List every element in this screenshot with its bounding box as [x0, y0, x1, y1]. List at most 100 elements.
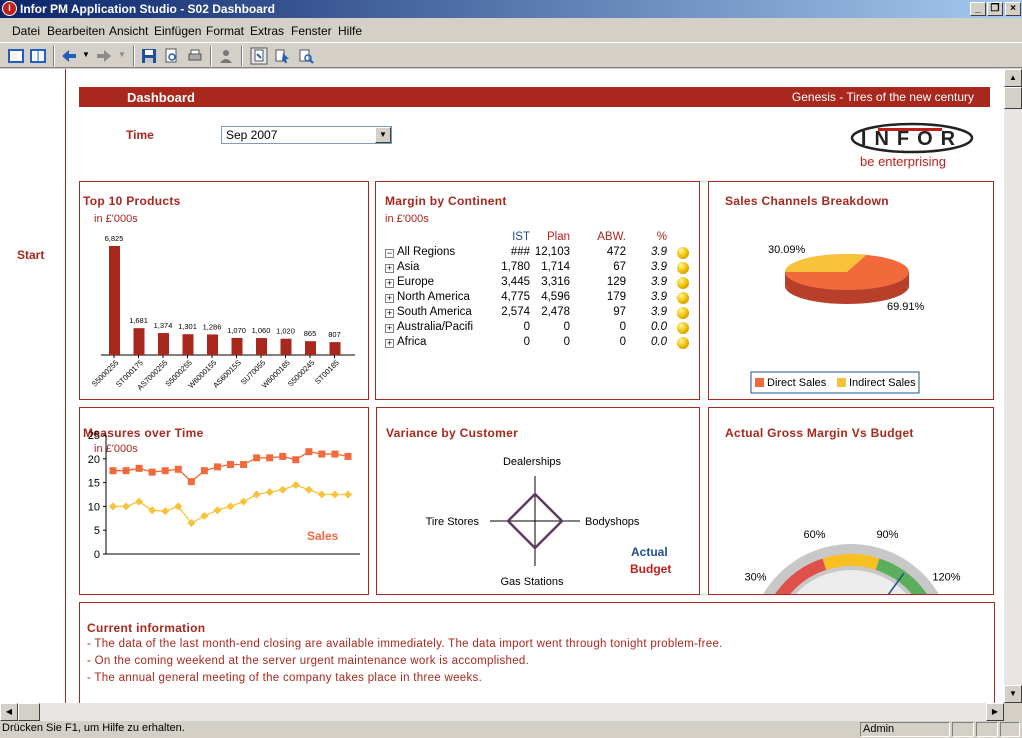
info-line: - The data of the last month-end closing…	[87, 638, 723, 650]
print-preview-icon[interactable]	[162, 47, 180, 65]
margin-row[interactable]: + Europe 3,445 3,316 129 3.9	[385, 276, 695, 291]
margin-header-row: IST Plan ABW. %	[385, 231, 695, 246]
series-point	[266, 454, 274, 462]
margin-subtitle: in £'000s	[385, 213, 429, 225]
pct-value: 0.0	[651, 336, 667, 348]
ist-value: 0	[523, 321, 530, 333]
series-point	[330, 490, 339, 499]
window-single-icon[interactable]	[7, 47, 25, 65]
series-point	[278, 485, 287, 494]
abw-value: 67	[613, 261, 626, 273]
series-point	[252, 490, 261, 499]
data-query-icon[interactable]	[297, 47, 315, 65]
forward-arrow-icon[interactable]	[95, 47, 113, 65]
menu-einfuegen[interactable]: Einfügen	[154, 24, 201, 38]
scroll-right-icon[interactable]: ▶	[986, 703, 1004, 721]
margin-row[interactable]: + Asia 1,780 1,714 67 3.9	[385, 261, 695, 276]
scroll-up-icon[interactable]: ▲	[1004, 69, 1022, 87]
series-label-sales: Sales	[307, 529, 339, 543]
toolbar-separator	[241, 46, 243, 66]
plan-value: 0	[563, 336, 570, 348]
margin-row[interactable]: + South America 2,574 2,478 97 3.9	[385, 306, 695, 321]
design-mode-icon[interactable]	[250, 47, 268, 65]
vertical-scrollbar[interactable]: ▲ ▼	[1004, 69, 1022, 703]
margin-row[interactable]: + Africa 0 0 0 0.0	[385, 336, 695, 351]
abw-value: 97	[613, 306, 626, 318]
status-pane	[952, 722, 974, 737]
dashboard-canvas: Start Dashboard Genesis - Tires of the n…	[0, 69, 1004, 703]
menu-datei[interactable]: Datei	[12, 24, 40, 38]
top-products-chart: 6,825S50002551,681ST0001751,374AS7000255…	[90, 234, 355, 392]
menu-extras[interactable]: Extras	[250, 24, 284, 38]
expand-icon[interactable]: +	[385, 294, 394, 303]
pie-label-indirect: 30.09%	[768, 244, 806, 256]
info-title: Current information	[87, 621, 206, 635]
plan-value: 3,316	[541, 276, 570, 288]
status-ball-icon	[677, 292, 689, 304]
start-link[interactable]: Start	[17, 248, 44, 262]
bar-value-label: 6,825	[105, 234, 124, 243]
series-point	[109, 502, 117, 511]
minimize-button[interactable]: _	[970, 2, 986, 16]
margin-table: IST Plan ABW. % − All Regions ### 12,103 472…	[385, 231, 695, 361]
scroll-left-icon[interactable]: ◀	[0, 703, 18, 721]
scroll-down-icon[interactable]: ▼	[1004, 685, 1022, 703]
expand-icon[interactable]: +	[385, 279, 394, 288]
bar	[182, 334, 194, 355]
expand-icon[interactable]: +	[385, 264, 394, 273]
expand-icon[interactable]: +	[385, 324, 394, 333]
radar-axis-dealerships: Dealerships	[503, 456, 562, 468]
close-button[interactable]: ×	[1005, 2, 1021, 16]
time-select[interactable]: Sep 2007 ▼	[221, 126, 392, 144]
y-tick-label: 20	[88, 454, 100, 466]
forward-dropdown-icon[interactable]: ▼	[118, 50, 126, 59]
back-dropdown-icon[interactable]: ▼	[82, 50, 90, 59]
margin-row[interactable]: + North America 4,775 4,596 179 3.9	[385, 291, 695, 306]
series-point	[161, 507, 170, 516]
toolbar: ▼ ▼	[0, 42, 1022, 68]
bar-value-label: 1,070	[227, 326, 246, 335]
plan-value: 2,478	[541, 306, 570, 318]
y-tick-label: 15	[88, 478, 100, 490]
horizontal-scrollbar[interactable]: ◀ ▶	[0, 703, 1004, 721]
ist-value: 1,780	[501, 261, 530, 273]
menu-fenster[interactable]: Fenster	[291, 24, 332, 38]
users-icon[interactable]	[217, 47, 235, 65]
abw-value: 0	[619, 336, 626, 348]
expand-icon[interactable]: +	[385, 309, 394, 318]
margin-row[interactable]: + Australia/Pacifi 0 0 0 0.0	[385, 321, 695, 336]
menu-format[interactable]: Format	[206, 24, 244, 38]
horizontal-scroll-thumb[interactable]	[18, 703, 40, 721]
expand-icon[interactable]: −	[385, 249, 394, 258]
series-point	[200, 511, 209, 520]
ist-value: 3,445	[501, 276, 530, 288]
save-icon[interactable]	[140, 47, 158, 65]
window-split-icon[interactable]	[29, 47, 47, 65]
sales-channels-panel: Sales Channels Breakdown 30.09% 69.91% D…	[708, 181, 994, 400]
menu-bearbeiten[interactable]: Bearbeiten	[47, 24, 105, 38]
margin-row[interactable]: − All Regions ### 12,103 472 3.9	[385, 246, 695, 261]
print-icon[interactable]	[186, 47, 204, 65]
back-arrow-icon[interactable]	[60, 47, 78, 65]
ist-value: 2,574	[501, 306, 530, 318]
chevron-down-icon[interactable]: ▼	[375, 127, 391, 143]
company-tagline: Genesis - Tires of the new century	[791, 90, 974, 104]
menu-ansicht[interactable]: Ansicht	[109, 24, 148, 38]
status-ball-icon	[677, 307, 689, 319]
restore-button[interactable]: ❐	[987, 2, 1003, 16]
expand-icon[interactable]: +	[385, 339, 394, 348]
app-icon[interactable]: I	[2, 1, 17, 16]
time-select-value: Sep 2007	[226, 128, 278, 142]
series-point	[292, 456, 300, 464]
infor-logo: INFOR be enterprising	[850, 122, 980, 174]
y-tick-label: 25	[88, 430, 100, 442]
bar-value-label: 1,020	[276, 327, 295, 336]
vertical-scroll-thumb[interactable]	[1004, 87, 1022, 109]
menu-hilfe[interactable]: Hilfe	[338, 24, 362, 38]
sales-channels-chart: 30.09% 69.91% Direct Sales Indirect Sale…	[750, 244, 925, 394]
pointer-tool-icon[interactable]	[273, 47, 291, 65]
legend-direct: Direct Sales	[767, 377, 827, 389]
abw-value: 0	[619, 321, 626, 333]
status-ball-icon	[677, 322, 689, 334]
series-point	[239, 497, 248, 506]
